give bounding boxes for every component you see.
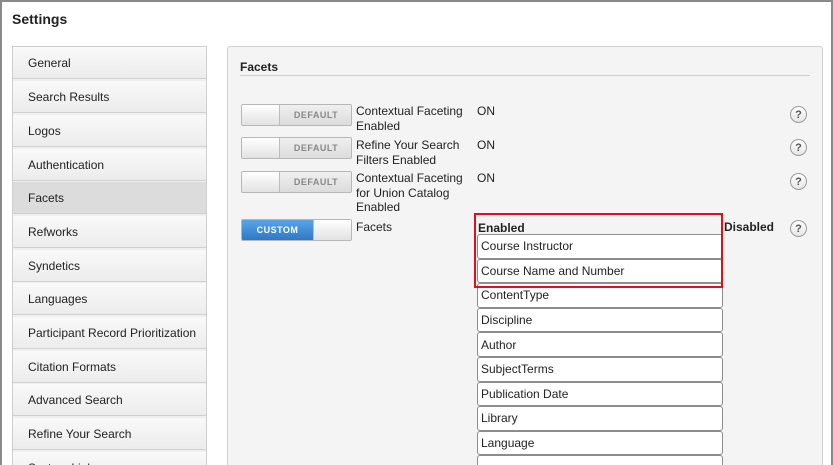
- facets-panel: Facets DEFAULT Contextual Faceting Enabl…: [227, 46, 823, 465]
- toggle-state-label: DEFAULT: [280, 138, 351, 158]
- sidebar-item-advanced-search[interactable]: Advanced Search: [13, 384, 206, 416]
- sidebar-item-system-links[interactable]: System Links: [13, 452, 206, 465]
- sidebar-item-refine-your-search[interactable]: Refine Your Search: [13, 418, 206, 450]
- list-item[interactable]: Course Instructor: [477, 234, 723, 259]
- list-item[interactable]: Language: [477, 430, 723, 456]
- list-item[interactable]: ContentType: [477, 283, 723, 308]
- toggle-state-label: CUSTOM: [242, 220, 313, 240]
- help-icon[interactable]: ?: [790, 220, 807, 237]
- refine-filters-label: Refine Your Search Filters Enabled: [356, 138, 460, 167]
- sidebar-item-facets[interactable]: Facets: [13, 182, 206, 214]
- union-catalog-faceting-toggle[interactable]: DEFAULT: [241, 171, 352, 193]
- toggle-knob: [242, 105, 280, 125]
- list-item[interactable]: Discipline: [477, 307, 723, 333]
- help-icon[interactable]: ?: [790, 139, 807, 156]
- contextual-faceting-toggle[interactable]: DEFAULT: [241, 104, 352, 126]
- help-icon[interactable]: ?: [790, 173, 807, 190]
- list-item[interactable]: Course Name and Number: [477, 258, 723, 284]
- contextual-faceting-value: ON: [477, 104, 495, 118]
- toggle-knob: [313, 220, 351, 240]
- list-item[interactable]: Library: [477, 406, 723, 431]
- sidebar-item-languages[interactable]: Languages: [13, 283, 206, 315]
- sidebar-item-citation-formats[interactable]: Citation Formats: [13, 351, 206, 383]
- facets-label: Facets: [356, 220, 393, 234]
- facets-toggle[interactable]: CUSTOM: [241, 219, 352, 241]
- help-icon[interactable]: ?: [790, 106, 807, 123]
- enabled-facets-list: Course Instructor Course Name and Number…: [477, 234, 723, 465]
- union-catalog-faceting-label: Contextual Faceting for Union Catalog En…: [356, 171, 463, 214]
- sidebar-item-authentication[interactable]: Authentication: [13, 149, 206, 181]
- list-item[interactable]: Publication Date: [477, 381, 723, 407]
- page-title: Settings: [12, 11, 68, 27]
- disabled-column-header: Disabled: [724, 220, 775, 234]
- sidebar-item-logos[interactable]: Logos: [13, 115, 206, 147]
- refine-filters-value: ON: [477, 138, 495, 152]
- enabled-column-header: Enabled: [478, 221, 525, 235]
- sidebar-item-syndetics[interactable]: Syndetics: [13, 250, 206, 282]
- contextual-faceting-label: Contextual Faceting Enabled: [356, 104, 463, 133]
- sidebar-item-refworks[interactable]: Refworks: [13, 216, 206, 248]
- refine-filters-toggle[interactable]: DEFAULT: [241, 137, 352, 159]
- toggle-state-label: DEFAULT: [280, 105, 351, 125]
- toggle-knob: [242, 172, 280, 192]
- list-item[interactable]: Author: [477, 332, 723, 357]
- list-item[interactable]: [477, 455, 723, 465]
- toggle-knob: [242, 138, 280, 158]
- sidebar-item-general[interactable]: General: [13, 47, 206, 79]
- list-item[interactable]: SubjectTerms: [477, 356, 723, 382]
- settings-sidebar: General Search Results Logos Authenticat…: [12, 46, 207, 465]
- toggle-state-label: DEFAULT: [280, 172, 351, 192]
- union-catalog-faceting-value: ON: [477, 171, 495, 185]
- settings-window: Settings General Search Results Logos Au…: [0, 0, 833, 465]
- panel-title: Facets: [240, 60, 279, 74]
- sidebar-item-participant-record-prioritization[interactable]: Participant Record Prioritization: [13, 317, 206, 349]
- sidebar-item-search-results[interactable]: Search Results: [13, 81, 206, 113]
- panel-divider: [240, 75, 810, 76]
